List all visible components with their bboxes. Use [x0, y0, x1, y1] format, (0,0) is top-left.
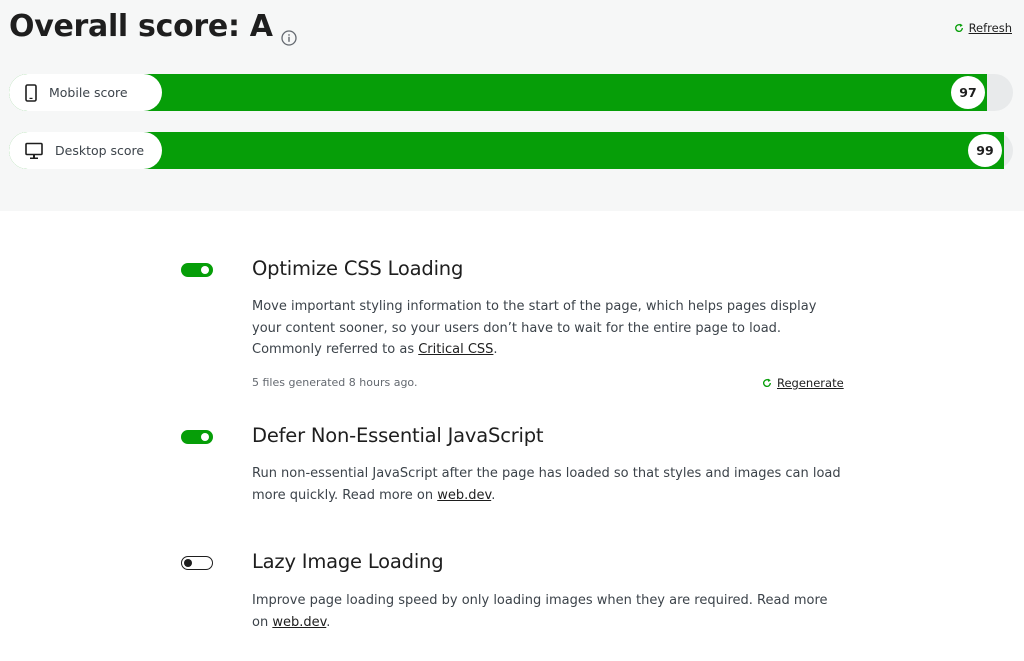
description-end: .: [493, 342, 498, 357]
mobile-phone-icon: [25, 83, 37, 102]
info-icon[interactable]: [281, 19, 297, 46]
lazy-images-toggle[interactable]: [181, 556, 213, 570]
regenerate-label: Regenerate: [777, 376, 844, 390]
module-title: Lazy Image Loading: [252, 550, 444, 573]
refresh-icon: [954, 23, 963, 32]
desktop-score-label: Desktop score: [55, 143, 145, 158]
description-end: .: [326, 614, 331, 630]
refresh-button[interactable]: Refresh: [954, 21, 1012, 35]
mobile-score-value: 97: [951, 76, 985, 109]
toggle-knob: [184, 558, 192, 567]
overall-score-title: Overall score: A: [9, 9, 297, 46]
critical-css-link[interactable]: Critical CSS: [418, 342, 493, 357]
description-text: Run non-essential JavaScript after the p…: [252, 466, 841, 503]
generation-status: 5 files generated 8 hours ago.: [252, 376, 418, 389]
toggle-knob: [201, 266, 209, 274]
defer-js-toggle[interactable]: [181, 430, 213, 444]
module-description: Move important styling information to th…: [252, 296, 842, 361]
toggle-knob: [201, 433, 209, 441]
desktop-monitor-icon: [25, 142, 43, 159]
module-title: Defer Non-Essential JavaScript: [252, 424, 544, 447]
page-title: Overall score: A: [9, 9, 273, 44]
desktop-score-value: 99: [968, 134, 1002, 167]
web-dev-link[interactable]: web.dev: [272, 615, 326, 630]
regenerate-icon: [763, 378, 772, 387]
refresh-label: Refresh: [968, 21, 1012, 35]
description-text: Move important styling information to th…: [252, 299, 817, 357]
module-title: Optimize CSS Loading: [252, 257, 464, 280]
desktop-score-label-pill: Desktop score: [9, 132, 162, 169]
score-header: Overall score: A Refresh Mobile score 97: [0, 0, 1024, 211]
description-text: Improve page loading speed by only loadi…: [252, 593, 828, 630]
web-dev-link[interactable]: web.dev: [437, 488, 491, 503]
regenerate-button[interactable]: Regenerate: [762, 376, 844, 390]
module-description: Improve page loading speed by only loadi…: [252, 590, 842, 633]
mobile-score-label-pill: Mobile score: [9, 74, 162, 111]
mobile-score-label: Mobile score: [49, 85, 128, 100]
module-description: Run non-essential JavaScript after the p…: [252, 463, 842, 506]
description-end: .: [491, 487, 496, 503]
mobile-score-bar: Mobile score 97: [9, 74, 1013, 111]
optimize-css-toggle[interactable]: [181, 263, 213, 277]
desktop-score-bar: Desktop score 99: [9, 132, 1013, 169]
